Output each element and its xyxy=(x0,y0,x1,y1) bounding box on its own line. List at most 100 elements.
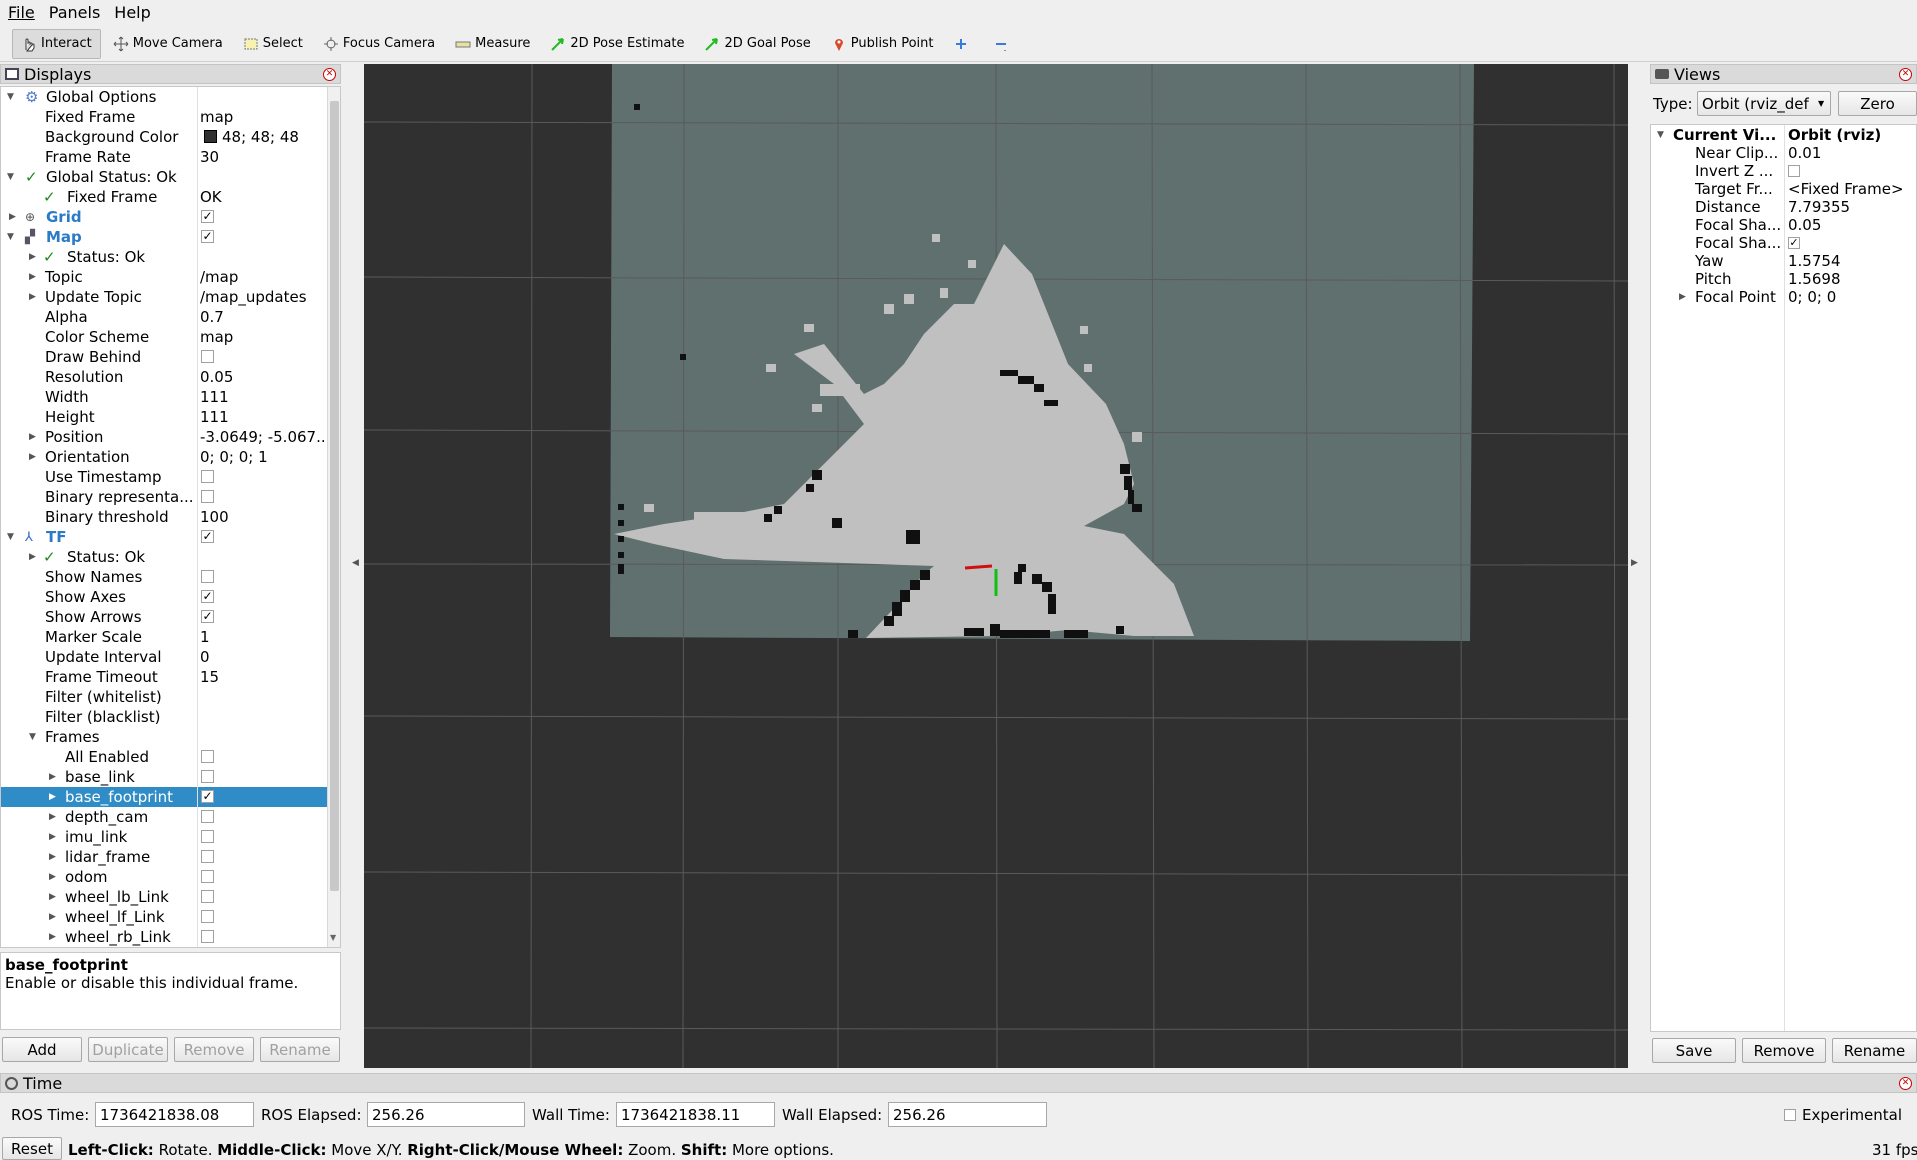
frame-checkbox[interactable] xyxy=(201,850,214,863)
invert-z-checkbox[interactable] xyxy=(1788,165,1800,177)
add-tool-button[interactable] xyxy=(945,29,981,59)
tf-display-row[interactable]: ▼ ⅄ TF ✓ xyxy=(1,527,327,547)
collapse-left-icon[interactable]: ◀ xyxy=(352,558,359,568)
all-enabled-checkbox[interactable] xyxy=(201,750,214,763)
remove-display-button[interactable]: Remove xyxy=(174,1037,254,1062)
frame-checkbox[interactable] xyxy=(201,890,214,903)
map-status-row[interactable]: ▶ ✓ Status: Ok xyxy=(1,247,327,267)
pose-estimate-tool[interactable]: 2D Pose Estimate xyxy=(542,29,692,59)
frame-item[interactable]: ▶ wheel_rb_Link xyxy=(1,927,327,947)
close-icon[interactable]: ✕ xyxy=(1899,1077,1912,1090)
update-interval-row[interactable]: Update Interval 0 xyxy=(1,647,327,667)
frame-checkbox[interactable] xyxy=(201,770,214,783)
frame-item-selected[interactable]: ▶ base_footprint ✓ xyxy=(1,787,327,807)
orientation-row[interactable]: ▶ Orientation 0; 0; 0; 1 xyxy=(1,447,327,467)
wall-elapsed-field[interactable]: 256.26 xyxy=(888,1102,1047,1127)
topic-row[interactable]: ▶ Topic /map xyxy=(1,267,327,287)
frame-item[interactable]: ▶ odom xyxy=(1,867,327,887)
rename-view-button[interactable]: Rename xyxy=(1832,1038,1917,1063)
distance-row[interactable]: Distance 7.79355 xyxy=(1651,197,1916,217)
background-color-row[interactable]: Background Color 48; 48; 48 xyxy=(1,127,327,147)
near-clip-row[interactable]: Near Clip... 0.01 xyxy=(1651,143,1916,163)
scrollbar-thumb[interactable] xyxy=(330,101,339,891)
property-value[interactable]: 0.7 xyxy=(200,308,224,326)
show-arrows-checkbox[interactable]: ✓ xyxy=(201,610,214,623)
scroll-down-icon[interactable]: ▼ xyxy=(330,933,336,942)
marker-scale-row[interactable]: Marker Scale 1 xyxy=(1,627,327,647)
zero-button[interactable]: Zero xyxy=(1838,91,1917,116)
ros-time-field[interactable]: 1736421838.08 xyxy=(95,1102,254,1127)
rename-display-button[interactable]: Rename xyxy=(260,1037,340,1062)
property-value[interactable]: 15 xyxy=(200,668,219,686)
filter-whitelist-row[interactable]: Filter (whitelist) xyxy=(1,687,327,707)
collapse-right-icon[interactable]: ▶ xyxy=(1631,558,1638,568)
close-icon[interactable]: ✕ xyxy=(323,68,336,81)
duplicate-display-button[interactable]: Duplicate xyxy=(88,1037,168,1062)
position-row[interactable]: ▶ Position -3.0649; -5.067... xyxy=(1,427,330,447)
view-type-dropdown[interactable]: Orbit (rviz_def ▼ xyxy=(1697,91,1831,116)
show-axes-checkbox[interactable]: ✓ xyxy=(201,590,214,603)
property-value[interactable]: /map_updates xyxy=(200,288,307,306)
frame-timeout-row[interactable]: Frame Timeout 15 xyxy=(1,667,327,687)
use-timestamp-row[interactable]: Use Timestamp xyxy=(1,467,327,487)
render-viewport[interactable] xyxy=(364,64,1628,1068)
frame-checkbox[interactable] xyxy=(201,910,214,923)
frame-item[interactable]: ▶ base_link xyxy=(1,767,327,787)
displays-scrollbar[interactable]: ▼ xyxy=(327,87,340,947)
property-value[interactable]: 0.01 xyxy=(1788,144,1821,162)
frame-checkbox[interactable] xyxy=(201,930,214,943)
fixed-frame-row[interactable]: Fixed Frame map xyxy=(1,107,327,127)
current-view-row[interactable]: ▼ Current Vi... Orbit (rviz) xyxy=(1651,125,1916,145)
global-options-row[interactable]: ▼ ⚙ Global Options xyxy=(1,87,327,107)
remove-tool-button[interactable] xyxy=(985,29,1021,59)
property-value[interactable]: 1 xyxy=(200,628,210,646)
save-view-button[interactable]: Save xyxy=(1652,1038,1736,1063)
close-icon[interactable]: ✕ xyxy=(1899,68,1912,81)
height-row[interactable]: Height 111 xyxy=(1,407,327,427)
property-value[interactable]: map xyxy=(200,328,233,346)
use-timestamp-checkbox[interactable] xyxy=(201,470,214,483)
alpha-row[interactable]: Alpha 0.7 xyxy=(1,307,327,327)
draw-behind-row[interactable]: Draw Behind xyxy=(1,347,327,367)
draw-behind-checkbox[interactable] xyxy=(201,350,214,363)
menu-panels[interactable]: Panels xyxy=(49,3,101,22)
all-enabled-row[interactable]: All Enabled xyxy=(1,747,327,767)
property-value[interactable]: /map xyxy=(200,268,238,286)
binary-representation-checkbox[interactable] xyxy=(201,490,214,503)
measure-tool[interactable]: Measure xyxy=(447,29,538,59)
experimental-checkbox[interactable] xyxy=(1784,1109,1796,1121)
width-row[interactable]: Width 111 xyxy=(1,387,327,407)
property-value[interactable]: 0 xyxy=(200,648,210,666)
property-value[interactable]: <Fixed Frame> xyxy=(1788,180,1904,198)
ros-elapsed-field[interactable]: 256.26 xyxy=(367,1102,525,1127)
property-value[interactable]: map xyxy=(200,108,233,126)
goal-pose-tool[interactable]: 2D Goal Pose xyxy=(696,29,818,59)
frames-row[interactable]: ▼ Frames xyxy=(1,727,327,747)
resolution-row[interactable]: Resolution 0.05 xyxy=(1,367,327,387)
map-display-row[interactable]: ▼ ▞ Map ✓ xyxy=(1,227,327,247)
property-value[interactable]: 30 xyxy=(200,148,219,166)
frame-checkbox[interactable] xyxy=(201,870,214,883)
frame-item[interactable]: ▶ depth_cam xyxy=(1,807,327,827)
property-value[interactable]: 7.79355 xyxy=(1788,198,1850,216)
wall-time-field[interactable]: 1736421838.11 xyxy=(616,1102,775,1127)
menu-file[interactable]: File xyxy=(8,3,35,22)
interact-tool[interactable]: Interact xyxy=(12,28,101,59)
pitch-row[interactable]: Pitch 1.5698 xyxy=(1651,269,1916,289)
focus-camera-tool[interactable]: Focus Camera xyxy=(315,29,443,59)
property-value[interactable]: 0; 0; 0 xyxy=(1788,288,1836,306)
map-enabled-checkbox[interactable]: ✓ xyxy=(201,230,214,243)
yaw-row[interactable]: Yaw 1.5754 xyxy=(1651,251,1916,271)
color-scheme-row[interactable]: Color Scheme map xyxy=(1,327,327,347)
frame-checkbox[interactable] xyxy=(201,810,214,823)
focal-shape-size-row[interactable]: Focal Sha... 0.05 xyxy=(1651,215,1916,235)
focal-shape-fixed-checkbox[interactable]: ✓ xyxy=(1788,237,1800,249)
invert-z-row[interactable]: Invert Z ... xyxy=(1651,161,1916,181)
tf-enabled-checkbox[interactable]: ✓ xyxy=(201,530,214,543)
tf-status-row[interactable]: ▶ ✓ Status: Ok xyxy=(1,547,327,567)
show-axes-row[interactable]: Show Axes ✓ xyxy=(1,587,327,607)
frame-item[interactable]: ▶ imu_link xyxy=(1,827,327,847)
update-topic-row[interactable]: ▶ Update Topic /map_updates xyxy=(1,287,327,307)
target-frame-row[interactable]: Target Fr... <Fixed Frame> xyxy=(1651,179,1916,199)
show-names-checkbox[interactable] xyxy=(201,570,214,583)
